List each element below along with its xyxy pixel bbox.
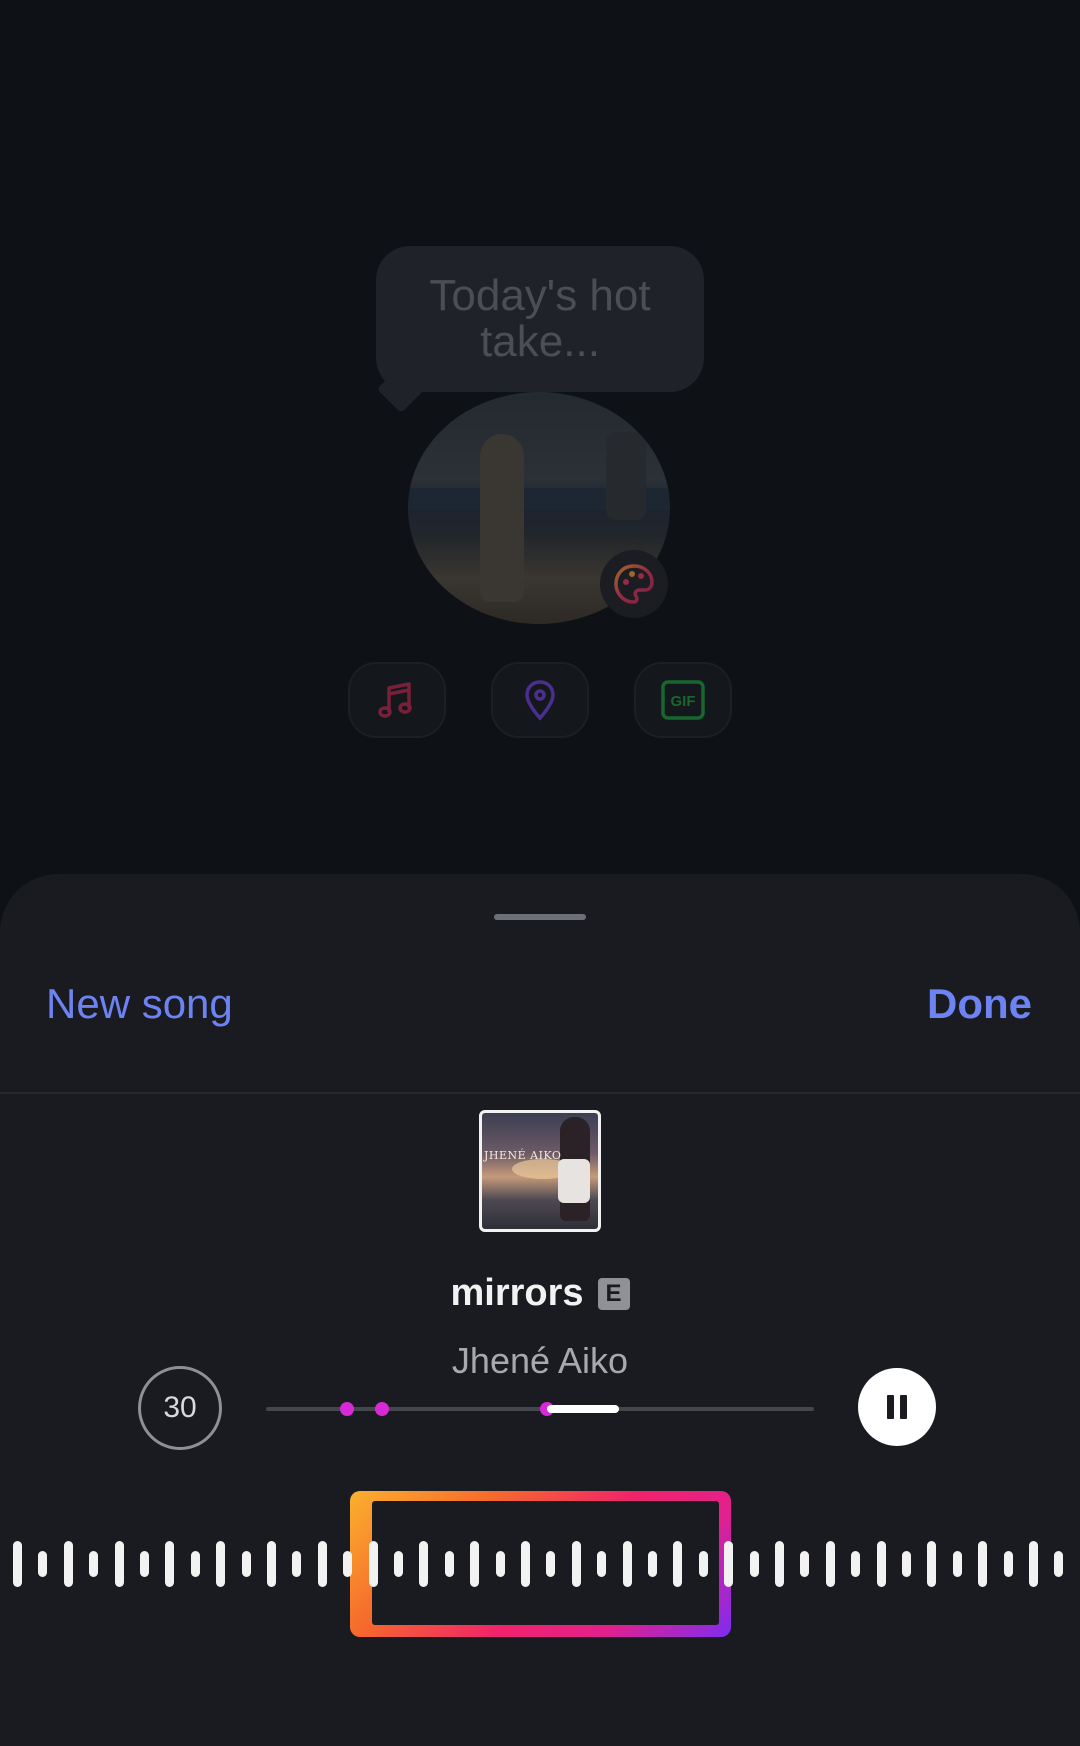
- lyric-marker: [375, 1402, 389, 1416]
- waveform-bar: [800, 1551, 810, 1577]
- divider: [0, 1092, 1080, 1094]
- editor-backdrop: Today's hot take... GIF: [0, 0, 1080, 900]
- waveform-bar: [13, 1541, 22, 1587]
- waveform-bar: [851, 1551, 861, 1577]
- waveform-bar: [63, 1541, 73, 1587]
- waveform-bar: [495, 1551, 505, 1577]
- pause-button[interactable]: [858, 1368, 936, 1446]
- waveform-bar: [419, 1541, 429, 1587]
- waveform-bar: [317, 1541, 327, 1587]
- waveform-bar: [89, 1551, 99, 1577]
- palette-icon: [614, 564, 654, 604]
- album-art: JHENÉ AIKO: [479, 1110, 601, 1232]
- waveform-bar: [140, 1551, 149, 1577]
- waveform-bar: [444, 1551, 454, 1577]
- waveform-bar: [394, 1551, 403, 1577]
- hot-take-bubble[interactable]: Today's hot take...: [376, 246, 704, 392]
- waveform-bar: [1029, 1541, 1038, 1587]
- waveform-bar: [38, 1551, 48, 1577]
- pause-icon: [887, 1395, 894, 1419]
- waveform-bar: [343, 1551, 353, 1577]
- waveform-bar: [521, 1541, 530, 1587]
- waveform-bar: [775, 1541, 784, 1587]
- waveform-bar: [876, 1541, 886, 1587]
- waveform-bar: [470, 1541, 480, 1587]
- done-button[interactable]: Done: [927, 980, 1032, 1028]
- waveform-bar: [165, 1541, 175, 1587]
- gif-sticker-button[interactable]: GIF: [634, 662, 732, 738]
- waveform-bar: [749, 1551, 759, 1577]
- location-sticker-button[interactable]: [491, 662, 589, 738]
- new-song-button[interactable]: New song: [46, 980, 233, 1028]
- waveform-bar: [216, 1541, 226, 1587]
- gif-icon: GIF: [661, 680, 705, 720]
- location-pin-icon: [525, 680, 555, 721]
- album-art-caption: JHENÉ AIKO: [484, 1149, 562, 1162]
- waveform-bar: [546, 1551, 556, 1577]
- waveform-bar: [648, 1551, 657, 1577]
- waveform-bar: [368, 1541, 378, 1587]
- explicit-badge: E: [597, 1277, 630, 1310]
- sheet-grabber[interactable]: [494, 914, 586, 920]
- waveform-bar: [698, 1551, 708, 1577]
- waveform-bar: [622, 1541, 632, 1587]
- waveform-bar: [114, 1541, 124, 1587]
- waveform-bar: [267, 1541, 276, 1587]
- waveform-bar: [571, 1541, 581, 1587]
- waveform-bar: [1054, 1551, 1064, 1577]
- waveform-bar: [724, 1541, 734, 1587]
- waveform-bar: [978, 1541, 988, 1587]
- clip-duration-button[interactable]: 30: [138, 1366, 222, 1450]
- clip-range-indicator: [547, 1405, 619, 1413]
- waveform-bar: [952, 1551, 962, 1577]
- waveform-bar: [292, 1551, 302, 1577]
- song-title: mirrors: [450, 1272, 584, 1314]
- waveform-bar: [825, 1541, 835, 1587]
- svg-text:GIF: GIF: [671, 693, 696, 710]
- music-icon: [378, 682, 412, 718]
- waveform-bar: [190, 1551, 200, 1577]
- music-sticker-button[interactable]: [348, 662, 446, 738]
- lyric-marker: [340, 1402, 354, 1416]
- palette-button[interactable]: [600, 550, 668, 618]
- music-picker-sheet: New song Done JHENÉ AIKO mirrors E Jhené…: [0, 874, 1080, 1746]
- waveform-bar: [597, 1551, 607, 1577]
- waveform-bar: [927, 1541, 937, 1587]
- waveform-bar: [673, 1541, 683, 1587]
- hot-take-text: Today's hot take...: [429, 271, 651, 366]
- waveform-bar: [902, 1551, 911, 1577]
- song-title-row: mirrors E: [0, 1272, 1080, 1315]
- song-waveform[interactable]: [0, 1504, 1080, 1624]
- waveform-bar: [241, 1551, 251, 1577]
- waveform-bar: [1003, 1551, 1013, 1577]
